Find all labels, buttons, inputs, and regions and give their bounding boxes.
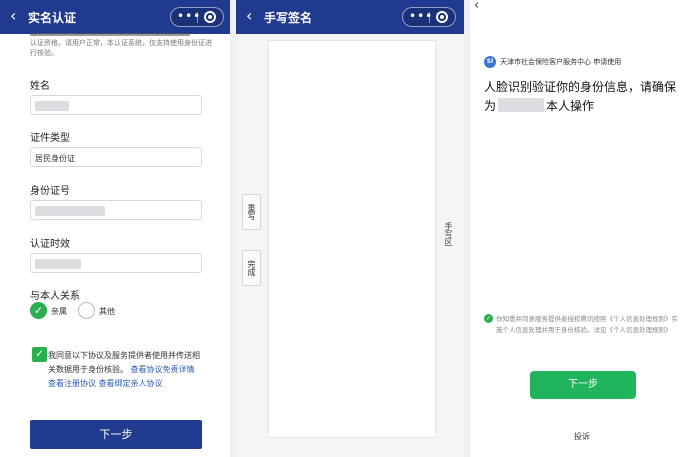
redacted-value [35, 259, 81, 269]
validity-label: 认证时效 [30, 239, 70, 250]
close-circle-icon[interactable] [436, 11, 448, 23]
relation-label: 与本人关系 [30, 291, 80, 302]
auth-notice: 认证资格，请用户正常，本认证系统，仅支持使用身份证进行核验。 [30, 39, 212, 57]
id-type-label: 证件类型 [30, 133, 70, 144]
next-button[interactable]: 下一步 [30, 420, 202, 449]
back-icon[interactable]: ‹ [10, 6, 16, 26]
face-verification-panel: ‹ SI 天津市社会保险客户服务中心 申请使用 人脸识别验证你的身份信息，请确保… [470, 0, 686, 457]
validity-input[interactable] [30, 253, 202, 273]
real-name-auth-panel: ‹ 实名认证 ••• 认证资格，请用户正常，本认证系统，仅支持使用身份证进行核验… [0, 0, 230, 457]
id-number-input[interactable] [30, 200, 202, 220]
radio-label-relative[interactable]: 亲属 [51, 306, 67, 317]
capsule-divider [197, 12, 198, 23]
next-button[interactable]: 下一步 [530, 371, 636, 399]
id-number-label: 身份证号 [30, 186, 70, 197]
close-circle-icon[interactable] [204, 11, 216, 23]
signature-hint: 手写区 [444, 222, 453, 246]
name-label: 姓名 [30, 81, 50, 92]
rewrite-button[interactable]: 重写 [242, 194, 261, 230]
check-icon[interactable]: ✓ [484, 314, 493, 323]
redacted-value [35, 206, 105, 216]
handwritten-signature-panel: ‹ 手写签名 ••• 重写 完成 手写区 [236, 0, 464, 457]
radio-other[interactable] [78, 302, 95, 319]
mini-program-capsule: ••• [170, 7, 224, 27]
family-binding-link[interactable]: 查看绑定亲人协议 [99, 379, 163, 388]
verification-heading: 人脸识别验证你的身份信息，请确保为 本人操作 [484, 78, 680, 116]
redacted-value [35, 101, 69, 111]
finish-button[interactable]: 完成 [242, 250, 261, 286]
privacy-note: 你知悉并同意服务提供者授权腾讯按照《个人信息处理规则》实施个人信息处理并用于身份… [496, 315, 678, 334]
back-icon[interactable]: ‹ [474, 0, 479, 13]
agree-checkbox[interactable]: ✓ [32, 347, 47, 362]
register-agreement-link[interactable]: 查看注册协议 [48, 379, 96, 388]
id-type-input[interactable]: 居民身份证 [30, 147, 202, 167]
name-input[interactable] [30, 95, 202, 115]
page-title: 实名认证 [28, 11, 77, 25]
agreement-text: 我同意以下协议及服务提供者使用并传送相关数据用于身份核验。 查看协议免责详情 查… [48, 349, 200, 391]
disclaimer-link[interactable]: 查看协议免责详情 [131, 365, 195, 374]
heading-text-end: 本人操作 [546, 99, 595, 113]
radio-label-other[interactable]: 其他 [99, 306, 115, 317]
complain-link[interactable]: 投诉 [574, 431, 590, 442]
cropped-text-line [30, 33, 190, 36]
back-icon[interactable]: ‹ [246, 6, 252, 26]
page-title: 手写签名 [264, 11, 313, 25]
signature-canvas[interactable] [268, 40, 436, 438]
capsule-divider [429, 12, 430, 23]
check-icon[interactable]: ✓ [30, 302, 47, 319]
navbar: ‹ 实名认证 ••• [0, 0, 230, 34]
applicant-org: 天津市社会保险客户服务中心 申请使用 [500, 58, 622, 66]
navbar: ‹ 手写签名 ••• [236, 0, 464, 34]
redacted-name [498, 98, 545, 112]
social-security-logo: SI [484, 56, 496, 68]
mini-program-capsule: ••• [402, 7, 456, 27]
